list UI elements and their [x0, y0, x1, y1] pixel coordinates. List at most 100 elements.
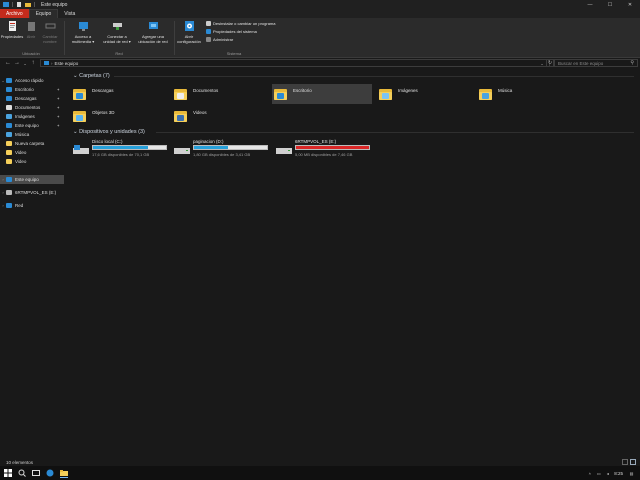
ribbon-group-label: Ubicación [22, 51, 40, 56]
refresh-button[interactable]: ↻ [546, 59, 554, 67]
drive-c[interactable]: Disco local (C:) 17,6 GB disponibles de … [73, 139, 173, 165]
network-location-icon [148, 22, 158, 29]
nav-item-documentos[interactable]: Documentos ✦ [0, 103, 64, 112]
rename-label: Cambiar nombre [42, 34, 58, 44]
folder-escritorio[interactable]: Escritorio [272, 84, 372, 104]
folder-documentos[interactable]: Documentos [172, 84, 272, 104]
chevron-up-icon[interactable]: ˄ [587, 471, 592, 476]
nav-item-nueva-carpeta[interactable]: Nueva carpeta [0, 139, 64, 148]
nav-item-musica[interactable]: Música [0, 130, 64, 139]
folder-objetos-3d[interactable]: Objetos 3D [71, 106, 171, 126]
drives-section-header[interactable]: ⌄ Dispositivos y unidades (3) [73, 129, 145, 135]
nav-quick-access[interactable]: ⌄ Acceso rápido [0, 76, 64, 85]
add-network-location-button[interactable]: Agregar una ubicación de red [136, 20, 170, 44]
tab-equipo[interactable]: Equipo [28, 9, 59, 18]
nav-item-este-equipo-pinned[interactable]: Este equipo ✦ [0, 121, 64, 130]
edge-icon [46, 469, 54, 477]
drive-usage-fill [194, 146, 229, 149]
task-view-button[interactable] [31, 468, 41, 478]
map-network-drive-button[interactable]: Conectar a unidad de red ▾ [100, 20, 134, 44]
tiles-view-button[interactable] [630, 459, 636, 465]
search-taskbar-button[interactable] [17, 468, 27, 478]
search-input[interactable]: Buscar en Este equipo ⚲ [554, 59, 638, 67]
nav-label: Este equipo [15, 177, 39, 182]
ribbon: Propiedades Abrir Cambiar nombre Ubicaci… [0, 18, 640, 58]
back-button[interactable]: ← [4, 59, 12, 67]
address-bar-row: ← → ⌄ ↑ › Este equipo ⌄ ↻ Buscar en Este… [0, 58, 640, 68]
pictures-icon [6, 114, 12, 119]
music-icon [6, 132, 12, 137]
manage-label: Administrar [213, 37, 234, 42]
clock[interactable]: 8:25 [614, 471, 623, 476]
minimize-button[interactable]: — [580, 0, 600, 9]
media-access-button[interactable]: Acceso a multimedia ▾ [68, 20, 98, 44]
close-button[interactable]: ✕ [620, 0, 640, 9]
nav-this-pc[interactable]: › Este equipo [0, 175, 64, 184]
nav-network[interactable]: › Red [0, 201, 64, 210]
drive-d[interactable]: paginacion (D:) 1,80 GB disponibles de 3… [174, 139, 274, 165]
nav-item-escritorio[interactable]: Escritorio ✦ [0, 85, 64, 94]
system-properties-button[interactable]: Propiedades del sistema [206, 29, 257, 34]
file-explorer-taskbar-button[interactable] [59, 468, 69, 478]
folder-icon [6, 141, 12, 146]
desktop-folder-icon [274, 87, 287, 101]
pin-icon: ✦ [56, 96, 60, 101]
start-button[interactable] [3, 468, 13, 478]
nav-label: Música [15, 132, 30, 137]
drive-e[interactable]: 6RTMPVOL_ES (E:) 5,00 MB disponibles de … [276, 139, 376, 165]
new-folder-quick-icon[interactable] [25, 2, 31, 7]
nav-item-descargas[interactable]: Descargas ✦ [0, 94, 64, 103]
drive-usage-bar [295, 145, 370, 150]
videos-folder-icon [174, 109, 187, 123]
notifications-icon[interactable]: ▤ [629, 471, 634, 476]
view-buttons [620, 459, 636, 465]
network-icon[interactable]: ▭ [596, 471, 601, 476]
folder-imagenes[interactable]: Imágenes [377, 84, 477, 104]
nav-item-imagenes[interactable]: Imágenes ✦ [0, 112, 64, 121]
open-button[interactable]: Abrir [24, 20, 38, 39]
edge-taskbar-button[interactable] [45, 468, 55, 478]
properties-quick-icon[interactable] [16, 2, 22, 7]
search-placeholder: Buscar en Este equipo [558, 60, 604, 66]
documents-icon [6, 105, 12, 110]
programs-icon [206, 21, 211, 26]
drive-name: paginacion (D:) [193, 139, 224, 144]
uninstall-program-button[interactable]: Desinstalar o cambiar un programa [206, 21, 275, 26]
drive-usage-bar [92, 145, 167, 150]
volume-icon[interactable]: ◂ [605, 471, 610, 476]
folder-musica[interactable]: Música [477, 84, 577, 104]
drive-name: 6RTMPVOL_ES (E:) [295, 139, 337, 144]
breadcrumb[interactable]: Este equipo [55, 61, 79, 66]
folders-section-header[interactable]: ⌄ Carpetas (7) [73, 73, 110, 79]
details-view-button[interactable] [622, 459, 628, 465]
rename-button[interactable]: Cambiar nombre [40, 20, 60, 44]
maximize-button[interactable]: ☐ [600, 0, 620, 9]
open-settings-button[interactable]: Abrir configuración [176, 20, 202, 44]
address-field[interactable]: › Este equipo [40, 59, 550, 67]
folder-videos[interactable]: Videos [172, 106, 272, 126]
nav-usb-drive[interactable]: › 6RTMPVOL_ES (E:) [0, 188, 64, 197]
folder-icon [6, 159, 12, 164]
nav-label: Imágenes [15, 114, 35, 119]
folder-icon [60, 470, 68, 476]
explorer-icon [3, 2, 9, 7]
up-button[interactable]: ↑ [29, 59, 37, 67]
nav-item-video[interactable]: Video [0, 148, 64, 157]
drives-header-label: Dispositivos y unidades (3) [79, 129, 145, 135]
system-properties-icon [206, 29, 211, 34]
nav-label: Acceso rápido [15, 78, 44, 83]
folder-descargas[interactable]: Descargas [71, 84, 171, 104]
desktop-icon [6, 87, 12, 92]
tab-archivo[interactable]: Archivo [0, 9, 29, 18]
tab-vista[interactable]: Vista [58, 9, 81, 18]
recent-locations-button[interactable]: ⌄ [21, 59, 29, 67]
nav-item-video[interactable]: Video [0, 157, 64, 166]
folder-name: Documentos [193, 88, 219, 93]
address-dropdown-button[interactable]: ⌄ [538, 59, 546, 67]
forward-button[interactable]: → [13, 59, 21, 67]
folders-header-label: Carpetas (7) [79, 73, 110, 79]
3d-objects-folder-icon [73, 109, 86, 123]
manage-button[interactable]: Administrar [206, 37, 233, 42]
properties-button[interactable]: Propiedades [1, 20, 23, 39]
nav-label: Descargas [15, 96, 37, 101]
